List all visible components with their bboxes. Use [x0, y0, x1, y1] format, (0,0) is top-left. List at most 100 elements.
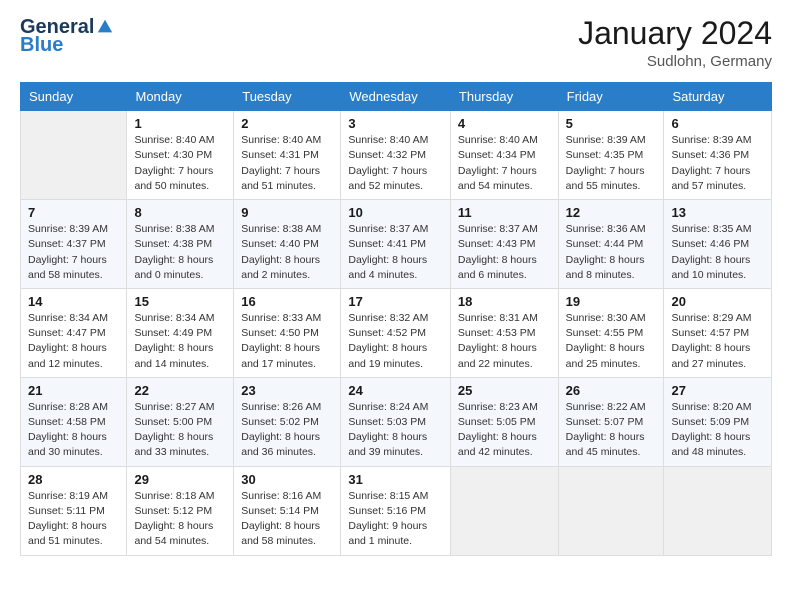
calendar-cell: 24 Sunrise: 8:24 AM Sunset: 5:03 PM Dayli… [341, 377, 451, 466]
calendar-cell: 28 Sunrise: 8:19 AM Sunset: 5:11 PM Dayli… [21, 466, 127, 555]
day-info: Sunrise: 8:39 AM Sunset: 4:35 PM Dayligh… [566, 133, 657, 194]
calendar-cell: 5 Sunrise: 8:39 AM Sunset: 4:35 PM Daylig… [558, 111, 664, 200]
day-info: Sunrise: 8:29 AM Sunset: 4:57 PM Dayligh… [671, 311, 764, 372]
calendar-cell: 21 Sunrise: 8:28 AM Sunset: 4:58 PM Dayli… [21, 377, 127, 466]
calendar-cell: 7Sunrise: 8:39 AM Sunset: 4:37 PM Daylig… [21, 200, 127, 289]
day-info: Sunrise: 8:28 AM Sunset: 4:58 PM Dayligh… [28, 400, 119, 461]
day-info: Sunrise: 8:32 AM Sunset: 4:52 PM Dayligh… [348, 311, 443, 372]
calendar-cell: 17Sunrise: 8:32 AM Sunset: 4:52 PM Dayli… [341, 288, 451, 377]
calendar-week-row: 1 Sunrise: 8:40 AM Sunset: 4:30 PM Daylig… [21, 111, 772, 200]
col-friday: Friday [558, 83, 664, 111]
day-info: Sunrise: 8:40 AM Sunset: 4:31 PM Dayligh… [241, 133, 333, 194]
day-info: Sunrise: 8:24 AM Sunset: 5:03 PM Dayligh… [348, 400, 443, 461]
calendar-week-row: 21 Sunrise: 8:28 AM Sunset: 4:58 PM Dayli… [21, 377, 772, 466]
calendar-cell: 14 Sunrise: 8:34 AM Sunset: 4:47 PM Dayli… [21, 288, 127, 377]
calendar-cell: 6 Sunrise: 8:39 AM Sunset: 4:36 PM Daylig… [664, 111, 772, 200]
day-number: 1 [134, 116, 226, 131]
calendar-cell: 2 Sunrise: 8:40 AM Sunset: 4:31 PM Daylig… [234, 111, 341, 200]
day-info: Sunrise: 8:39 AM Sunset: 4:36 PM Dayligh… [671, 133, 764, 194]
day-number: 14 [28, 294, 119, 309]
day-number: 30 [241, 472, 333, 487]
page-container: General Blue January 2024 Sudlohn, Germa… [0, 0, 792, 576]
day-info: Sunrise: 8:15 AM Sunset: 5:16 PM Dayligh… [348, 489, 443, 550]
col-thursday: Thursday [450, 83, 558, 111]
day-info: Sunrise: 8:36 AM Sunset: 4:44 PM Dayligh… [566, 222, 657, 283]
day-info: Sunrise: 8:19 AM Sunset: 5:11 PM Dayligh… [28, 489, 119, 550]
col-tuesday: Tuesday [234, 83, 341, 111]
day-number: 6 [671, 116, 764, 131]
day-number: 23 [241, 383, 333, 398]
day-info: Sunrise: 8:30 AM Sunset: 4:55 PM Dayligh… [566, 311, 657, 372]
calendar-week-row: 14 Sunrise: 8:34 AM Sunset: 4:47 PM Dayli… [21, 288, 772, 377]
day-number: 11 [458, 205, 551, 220]
calendar-cell: 27 Sunrise: 8:20 AM Sunset: 5:09 PM Dayli… [664, 377, 772, 466]
day-number: 13 [671, 205, 764, 220]
calendar-cell: 31Sunrise: 8:15 AM Sunset: 5:16 PM Dayli… [341, 466, 451, 555]
calendar-cell: 23Sunrise: 8:26 AM Sunset: 5:02 PM Dayli… [234, 377, 341, 466]
day-number: 20 [671, 294, 764, 309]
day-info: Sunrise: 8:37 AM Sunset: 4:41 PM Dayligh… [348, 222, 443, 283]
calendar-cell: 13Sunrise: 8:35 AM Sunset: 4:46 PM Dayli… [664, 200, 772, 289]
logo: General Blue [20, 16, 114, 56]
day-number: 19 [566, 294, 657, 309]
calendar-week-row: 7Sunrise: 8:39 AM Sunset: 4:37 PM Daylig… [21, 200, 772, 289]
day-number: 7 [28, 205, 119, 220]
day-number: 22 [134, 383, 226, 398]
day-info: Sunrise: 8:38 AM Sunset: 4:40 PM Dayligh… [241, 222, 333, 283]
title-block: January 2024 Sudlohn, Germany [578, 16, 772, 70]
day-info: Sunrise: 8:40 AM Sunset: 4:34 PM Dayligh… [458, 133, 551, 194]
calendar-cell [558, 466, 664, 555]
calendar-cell: 9 Sunrise: 8:38 AM Sunset: 4:40 PM Daylig… [234, 200, 341, 289]
day-info: Sunrise: 8:27 AM Sunset: 5:00 PM Dayligh… [134, 400, 226, 461]
calendar-cell: 11Sunrise: 8:37 AM Sunset: 4:43 PM Dayli… [450, 200, 558, 289]
calendar-cell: 3 Sunrise: 8:40 AM Sunset: 4:32 PM Daylig… [341, 111, 451, 200]
col-sunday: Sunday [21, 83, 127, 111]
month-title: January 2024 [578, 16, 772, 51]
calendar-cell: 25 Sunrise: 8:23 AM Sunset: 5:05 PM Dayli… [450, 377, 558, 466]
calendar-cell: 20 Sunrise: 8:29 AM Sunset: 4:57 PM Dayli… [664, 288, 772, 377]
calendar-header-row: Sunday Monday Tuesday Wednesday Thursday… [21, 83, 772, 111]
day-info: Sunrise: 8:20 AM Sunset: 5:09 PM Dayligh… [671, 400, 764, 461]
day-number: 27 [671, 383, 764, 398]
calendar-cell: 19 Sunrise: 8:30 AM Sunset: 4:55 PM Dayli… [558, 288, 664, 377]
day-info: Sunrise: 8:23 AM Sunset: 5:05 PM Dayligh… [458, 400, 551, 461]
calendar-cell: 26Sunrise: 8:22 AM Sunset: 5:07 PM Dayli… [558, 377, 664, 466]
day-info: Sunrise: 8:34 AM Sunset: 4:49 PM Dayligh… [134, 311, 226, 372]
calendar-cell [450, 466, 558, 555]
calendar-cell: 4 Sunrise: 8:40 AM Sunset: 4:34 PM Daylig… [450, 111, 558, 200]
calendar-cell: 8Sunrise: 8:38 AM Sunset: 4:38 PM Daylig… [127, 200, 234, 289]
day-info: Sunrise: 8:22 AM Sunset: 5:07 PM Dayligh… [566, 400, 657, 461]
day-number: 16 [241, 294, 333, 309]
day-info: Sunrise: 8:18 AM Sunset: 5:12 PM Dayligh… [134, 489, 226, 550]
day-number: 21 [28, 383, 119, 398]
day-number: 3 [348, 116, 443, 131]
day-number: 2 [241, 116, 333, 131]
day-number: 18 [458, 294, 551, 309]
col-saturday: Saturday [664, 83, 772, 111]
day-number: 10 [348, 205, 443, 220]
day-number: 9 [241, 205, 333, 220]
day-number: 4 [458, 116, 551, 131]
calendar-cell: 12Sunrise: 8:36 AM Sunset: 4:44 PM Dayli… [558, 200, 664, 289]
day-info: Sunrise: 8:33 AM Sunset: 4:50 PM Dayligh… [241, 311, 333, 372]
logo-icon [96, 18, 114, 36]
day-info: Sunrise: 8:34 AM Sunset: 4:47 PM Dayligh… [28, 311, 119, 372]
day-number: 28 [28, 472, 119, 487]
calendar-cell: 10 Sunrise: 8:37 AM Sunset: 4:41 PM Dayli… [341, 200, 451, 289]
calendar-week-row: 28 Sunrise: 8:19 AM Sunset: 5:11 PM Dayli… [21, 466, 772, 555]
day-info: Sunrise: 8:40 AM Sunset: 4:30 PM Dayligh… [134, 133, 226, 194]
day-info: Sunrise: 8:40 AM Sunset: 4:32 PM Dayligh… [348, 133, 443, 194]
day-number: 29 [134, 472, 226, 487]
calendar-cell [664, 466, 772, 555]
calendar-cell: 29 Sunrise: 8:18 AM Sunset: 5:12 PM Dayli… [127, 466, 234, 555]
calendar-cell: 1 Sunrise: 8:40 AM Sunset: 4:30 PM Daylig… [127, 111, 234, 200]
calendar-table: Sunday Monday Tuesday Wednesday Thursday… [20, 82, 772, 555]
logo-blue-text: Blue [20, 34, 63, 56]
day-info: Sunrise: 8:16 AM Sunset: 5:14 PM Dayligh… [241, 489, 333, 550]
calendar-cell: 22 Sunrise: 8:27 AM Sunset: 5:00 PM Dayli… [127, 377, 234, 466]
day-number: 5 [566, 116, 657, 131]
day-number: 24 [348, 383, 443, 398]
calendar-cell: 16 Sunrise: 8:33 AM Sunset: 4:50 PM Dayli… [234, 288, 341, 377]
calendar-cell: 30 Sunrise: 8:16 AM Sunset: 5:14 PM Dayli… [234, 466, 341, 555]
day-number: 25 [458, 383, 551, 398]
